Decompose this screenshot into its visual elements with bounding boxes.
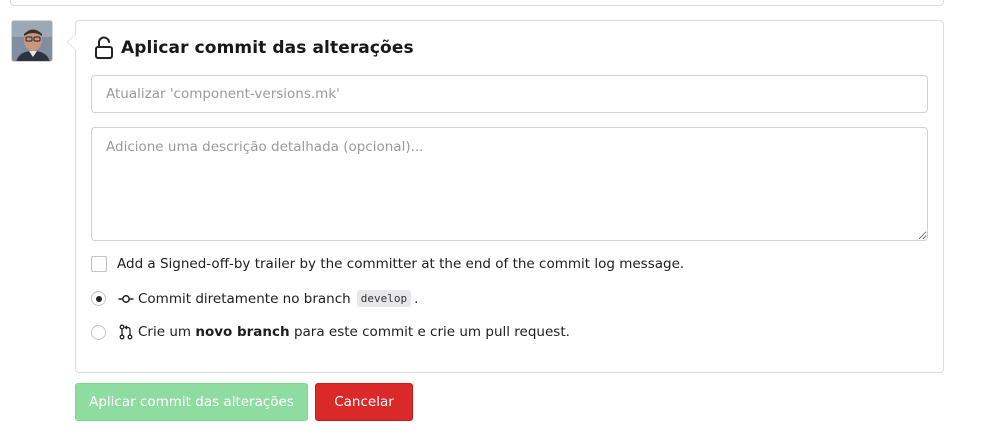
signoff-option[interactable]: Add a Signed-off-by trailer by the commi… (91, 256, 684, 272)
new-branch-prefix: Crie um (138, 324, 192, 340)
commit-direct-radio[interactable] (91, 291, 106, 306)
signoff-label: Add a Signed-off-by trailer by the commi… (117, 256, 685, 272)
avatar-image (12, 21, 52, 61)
commit-form-panel: Aplicar commit das alterações Add a Sign… (67, 20, 944, 373)
commit-changes-button[interactable]: Aplicar commit das alterações (75, 383, 308, 421)
git-commit-icon (118, 294, 134, 303)
unlock-icon (95, 36, 113, 59)
new-branch-radio[interactable] (91, 324, 106, 340)
git-pull-request-icon (119, 324, 133, 340)
commit-description-textarea[interactable] (91, 127, 928, 241)
commit-direct-option[interactable]: Commit diretamente no branch develop . (91, 290, 418, 307)
commit-form-header: Aplicar commit das alterações (93, 36, 414, 60)
avatar[interactable] (11, 20, 53, 62)
cancel-button[interactable]: Cancelar (315, 383, 413, 421)
new-branch-suffix: para este commit e crie um pull request. (293, 324, 570, 340)
signoff-checkbox[interactable] (91, 256, 107, 272)
previous-panel-edge (10, 0, 944, 6)
new-branch-option[interactable]: Crie um novo branch para este commit e c… (91, 324, 570, 340)
new-branch-bold: novo branch (195, 324, 290, 340)
commit-direct-label: Commit diretamente no branch (138, 290, 351, 307)
commit-form-title: Aplicar commit das alterações (121, 38, 414, 58)
commit-summary-input[interactable] (91, 75, 928, 113)
commit-direct-suffix: . (414, 290, 419, 307)
branch-name: develop (356, 290, 412, 307)
